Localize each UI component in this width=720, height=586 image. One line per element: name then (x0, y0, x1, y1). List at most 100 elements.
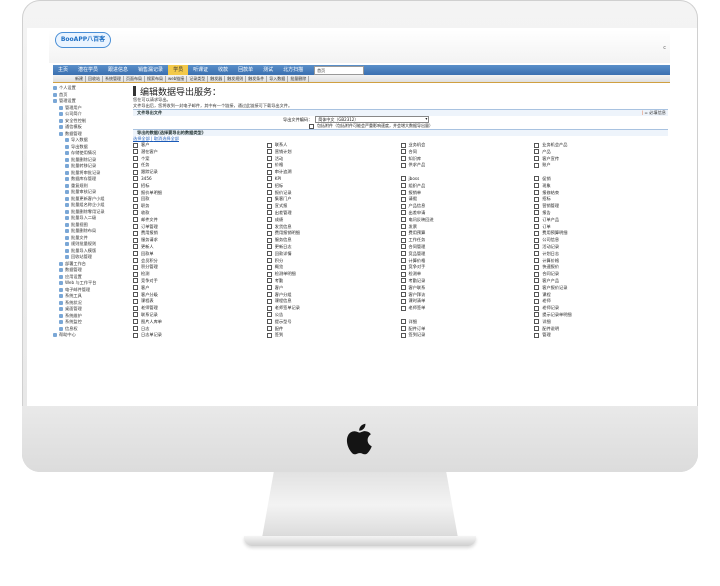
export-object-checkbox[interactable] (133, 251, 138, 257)
export-object-checkbox[interactable] (400, 298, 406, 304)
nav-item[interactable]: 学员 (168, 65, 189, 75)
export-object-checkbox[interactable] (534, 183, 540, 189)
export-object-checkbox[interactable] (400, 278, 406, 284)
export-object-checkbox[interactable] (266, 149, 272, 155)
export-object-checkbox[interactable] (266, 305, 272, 311)
export-object-checkbox[interactable] (534, 176, 540, 182)
export-object-checkbox[interactable] (266, 169, 272, 175)
export-object-checkbox[interactable] (534, 285, 540, 291)
export-object-checkbox[interactable] (133, 298, 138, 304)
export-object-checkbox[interactable] (266, 271, 272, 277)
export-object-checkbox[interactable] (534, 196, 540, 202)
export-object-checkbox[interactable] (266, 203, 272, 209)
subnav-item[interactable]: 触发条件 (246, 75, 268, 82)
export-object-checkbox[interactable] (534, 312, 540, 318)
subnav-item[interactable]: 触发规则 (225, 75, 247, 82)
nav-item[interactable]: 听课证 (188, 65, 213, 75)
export-object-checkbox[interactable] (133, 224, 138, 230)
file-encoding-select[interactable]: 简体中文（GB2312） (315, 116, 430, 123)
export-object-checkbox[interactable] (133, 237, 138, 243)
export-object-checkbox[interactable] (534, 319, 540, 325)
export-object-checkbox[interactable] (133, 332, 138, 338)
export-object-checkbox[interactable] (266, 319, 272, 325)
export-object-checkbox[interactable] (266, 244, 272, 250)
export-object-checkbox[interactable] (266, 210, 272, 216)
export-object-checkbox[interactable] (133, 156, 138, 162)
export-object-checkbox[interactable] (133, 278, 138, 284)
subnav-item[interactable]: 回收站 (86, 75, 103, 82)
export-object-checkbox[interactable] (133, 230, 138, 236)
export-object-checkbox[interactable] (266, 142, 272, 148)
subnav-item[interactable]: 记录类型 (187, 75, 209, 82)
export-object-checkbox[interactable] (266, 278, 272, 284)
subnav-item[interactable]: web链接 (166, 75, 188, 82)
export-object-checkbox[interactable] (266, 292, 272, 298)
export-object-checkbox[interactable] (133, 326, 138, 332)
export-object-checkbox[interactable] (400, 244, 406, 250)
export-object-checkbox[interactable] (133, 142, 138, 148)
export-object-checkbox[interactable] (400, 237, 406, 243)
subnav-item[interactable]: 搜索布局 (145, 75, 166, 82)
export-object-checkbox[interactable] (534, 149, 540, 155)
export-object-checkbox[interactable] (133, 162, 138, 168)
export-object-checkbox[interactable] (400, 271, 406, 277)
export-object-checkbox[interactable] (400, 183, 406, 189)
export-object-checkbox[interactable] (400, 162, 406, 168)
export-object-checkbox[interactable] (400, 149, 406, 155)
select-all-link[interactable]: 选择全部 (133, 136, 150, 141)
export-object-checkbox[interactable] (266, 224, 272, 230)
export-object-checkbox[interactable] (534, 298, 540, 304)
export-object-checkbox[interactable] (133, 169, 138, 175)
export-object-checkbox[interactable] (534, 326, 540, 332)
export-object-checkbox[interactable] (400, 230, 406, 236)
export-object-checkbox[interactable] (266, 183, 272, 189)
export-object-checkbox[interactable] (534, 210, 540, 216)
export-object-checkbox[interactable] (400, 305, 406, 311)
export-object-checkbox[interactable] (534, 162, 540, 168)
nav-item[interactable]: 潜在学员 (73, 65, 103, 75)
nav-item[interactable]: 主页 (53, 65, 73, 75)
export-object-checkbox[interactable] (133, 305, 138, 311)
export-object-checkbox[interactable] (534, 203, 540, 209)
export-object-checkbox[interactable] (400, 258, 406, 264)
subnav-item[interactable]: 新建 (73, 75, 86, 82)
export-object-checkbox[interactable] (133, 319, 138, 325)
export-object-checkbox[interactable] (133, 183, 138, 189)
export-object-checkbox[interactable] (534, 332, 540, 338)
export-object-checkbox[interactable] (534, 237, 540, 243)
export-object-checkbox[interactable] (133, 244, 138, 250)
nav-item[interactable]: 跟进信息 (103, 65, 133, 75)
export-object-checkbox[interactable] (534, 305, 540, 311)
export-object-checkbox[interactable] (400, 156, 406, 162)
nav-item[interactable]: 收款 (213, 65, 233, 75)
export-object-checkbox[interactable] (133, 271, 138, 277)
export-object-checkbox[interactable] (400, 210, 406, 216)
export-object-checkbox[interactable] (534, 156, 540, 162)
export-object-checkbox[interactable] (266, 217, 272, 223)
export-object-checkbox[interactable] (400, 292, 406, 298)
export-object-checkbox[interactable] (400, 264, 406, 270)
export-object-checkbox[interactable] (133, 312, 138, 318)
export-object-checkbox[interactable] (400, 217, 406, 223)
export-object-checkbox[interactable] (133, 292, 138, 298)
export-object-checkbox[interactable] (534, 292, 540, 298)
export-object-checkbox[interactable] (133, 210, 138, 216)
subnav-item[interactable]: 页面布局 (124, 75, 145, 82)
export-object-checkbox[interactable] (400, 203, 406, 209)
export-object-checkbox[interactable] (266, 162, 272, 168)
export-object-checkbox[interactable] (133, 190, 138, 196)
export-object-checkbox[interactable] (266, 332, 272, 338)
export-object-checkbox[interactable] (266, 190, 272, 196)
subnav-item[interactable]: 触发器 (208, 75, 226, 82)
export-object-checkbox[interactable] (133, 217, 138, 223)
nav-item[interactable]: 北方扫描 (278, 65, 308, 75)
export-object-checkbox[interactable] (133, 149, 138, 155)
export-object-checkbox[interactable] (133, 285, 138, 291)
app-logo[interactable]: BooAPP八百客 (55, 32, 111, 48)
nav-item[interactable]: 回款单 (233, 65, 258, 75)
include-attachments-checkbox[interactable] (309, 123, 314, 129)
subnav-item[interactable]: 批量删除 (288, 75, 310, 82)
export-object-checkbox[interactable] (266, 264, 272, 270)
export-object-checkbox[interactable] (534, 224, 540, 230)
export-object-checkbox[interactable] (266, 251, 272, 257)
